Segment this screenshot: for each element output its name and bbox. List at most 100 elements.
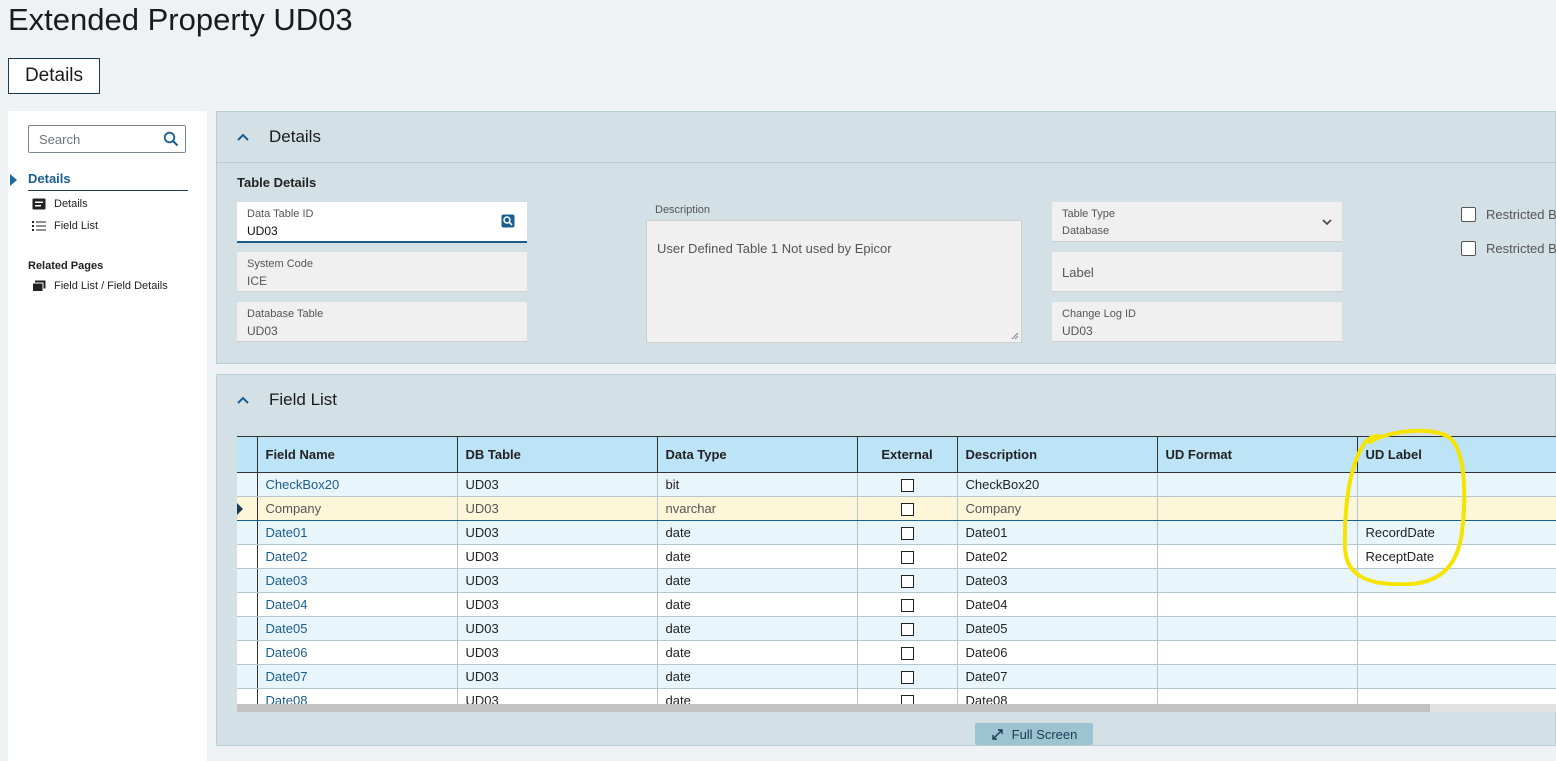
ud-format-cell — [1157, 520, 1358, 545]
search-icon[interactable] — [163, 131, 179, 147]
db-table-cell: UD03 — [457, 472, 658, 497]
column-header[interactable]: Field Name — [257, 436, 458, 473]
system-code-field[interactable]: System Code ICE — [237, 252, 527, 292]
field-name-cell[interactable]: CheckBox20 — [257, 472, 458, 497]
field-name-cell[interactable]: Date05 — [257, 616, 458, 641]
details-panel-header[interactable]: Details — [217, 112, 1555, 163]
ud-label-cell — [1357, 640, 1556, 665]
external-checkbox[interactable] — [900, 527, 914, 541]
description-cell: Date02 — [957, 544, 1158, 569]
external-checkbox[interactable] — [900, 479, 914, 493]
column-header[interactable]: UD Format — [1157, 436, 1358, 473]
chevron-down-icon[interactable] — [1322, 219, 1332, 226]
external-checkbox[interactable] — [900, 671, 914, 685]
sidebar-item-details[interactable]: Details — [32, 198, 88, 210]
nav-details-heading[interactable]: Details — [28, 171, 188, 191]
restricted-checkbox-2[interactable]: Restricted B — [1461, 241, 1556, 256]
horizontal-scrollbar[interactable] — [237, 704, 1556, 712]
checkbox-box[interactable] — [1461, 207, 1476, 222]
field-value: UD03 — [247, 224, 278, 238]
sidebar: Details Details Field List Related Pages… — [8, 111, 207, 761]
full-screen-label: Full Screen — [1011, 726, 1078, 742]
field-name-cell[interactable]: Date01 — [257, 520, 458, 545]
data-type-cell: date — [657, 616, 858, 641]
column-header[interactable]: External — [857, 436, 958, 473]
ud-format-cell — [1157, 496, 1358, 521]
tab-details[interactable]: Details — [8, 58, 100, 94]
table-row[interactable]: Date04 UD03 date Date04 — [237, 592, 1556, 617]
data-type-cell: bit — [657, 472, 858, 497]
field-name-cell[interactable]: Company — [257, 496, 458, 521]
row-header[interactable] — [237, 640, 258, 665]
field-name-cell[interactable]: Date02 — [257, 544, 458, 569]
data-type-cell: date — [657, 640, 858, 665]
row-header[interactable] — [237, 472, 258, 497]
chevron-up-icon[interactable] — [237, 133, 249, 141]
external-checkbox[interactable] — [900, 599, 914, 613]
resize-handle-icon[interactable] — [1011, 332, 1019, 340]
scrollbar-thumb[interactable] — [237, 704, 1430, 712]
panel-title: Field List — [269, 390, 338, 409]
row-header[interactable] — [237, 592, 258, 617]
table-row[interactable]: Date07 UD03 date Date07 — [237, 664, 1556, 689]
data-table-id-field[interactable]: Data Table ID UD03 — [237, 202, 527, 243]
ud-format-cell — [1157, 640, 1358, 665]
table-row[interactable]: Date05 UD03 date Date05 — [237, 616, 1556, 641]
nav-active-marker-icon — [10, 174, 17, 186]
column-header[interactable]: DB Table — [457, 436, 658, 473]
row-header[interactable] — [237, 568, 258, 593]
data-type-cell: nvarchar — [657, 496, 858, 521]
ud-format-cell — [1157, 568, 1358, 593]
external-checkbox[interactable] — [900, 503, 914, 517]
lookup-search-icon[interactable] — [501, 214, 515, 228]
field-name-cell[interactable]: Date03 — [257, 568, 458, 593]
restricted-checkbox-1[interactable]: Restricted B — [1461, 207, 1556, 222]
row-header[interactable] — [237, 616, 258, 641]
related-item-field-details[interactable]: Field List / Field Details — [32, 280, 168, 292]
field-name-cell[interactable]: Date07 — [257, 664, 458, 689]
sidebar-item-field-list[interactable]: Field List — [32, 220, 98, 232]
field-name-cell[interactable]: Date04 — [257, 592, 458, 617]
description-cell: Company — [957, 496, 1158, 521]
field-label: Table Type — [1062, 208, 1116, 220]
description-textarea[interactable]: User Defined Table 1 Not used by Epicor — [646, 220, 1022, 343]
checkbox-label: Restricted B — [1486, 207, 1556, 222]
ud-format-cell — [1157, 472, 1358, 497]
field-value: UD03 — [247, 324, 278, 338]
external-checkbox[interactable] — [900, 575, 914, 589]
external-checkbox[interactable] — [900, 647, 914, 661]
chevron-up-icon[interactable] — [237, 396, 249, 404]
column-header[interactable]: Data Type — [657, 436, 858, 473]
search-box[interactable] — [28, 125, 186, 153]
checkbox-box[interactable] — [1461, 241, 1476, 256]
row-header[interactable] — [237, 496, 258, 521]
external-checkbox[interactable] — [900, 551, 914, 565]
external-cell — [857, 544, 958, 569]
ud-label-cell — [1357, 616, 1556, 641]
related-pages-heading: Related Pages — [28, 260, 104, 272]
table-row[interactable]: Date06 UD03 date Date06 — [237, 640, 1556, 665]
list-icon — [32, 221, 46, 231]
external-cell — [857, 568, 958, 593]
field-name-cell[interactable]: Date06 — [257, 640, 458, 665]
external-cell — [857, 496, 958, 521]
external-cell — [857, 664, 958, 689]
db-table-cell: UD03 — [457, 496, 658, 521]
sidebar-item-label: Field List — [54, 220, 99, 232]
ud-label-cell — [1357, 664, 1556, 689]
database-table-field[interactable]: Database Table UD03 — [237, 302, 527, 342]
column-header[interactable]: Description — [957, 436, 1158, 473]
table-type-select[interactable]: Table Type Database — [1052, 202, 1342, 242]
data-type-cell: date — [657, 568, 858, 593]
description-label: Description — [655, 204, 711, 216]
external-checkbox[interactable] — [900, 623, 914, 637]
field-list-panel-header[interactable]: Field List — [217, 375, 1555, 425]
change-log-id-field[interactable]: Change Log ID UD03 — [1052, 302, 1342, 342]
row-header[interactable] — [237, 520, 258, 545]
label-field[interactable]: Label — [1052, 252, 1342, 292]
full-screen-button[interactable]: Full Screen — [975, 723, 1093, 745]
row-header[interactable] — [237, 544, 258, 569]
row-header[interactable] — [237, 664, 258, 689]
sidebar-item-label: Details — [54, 198, 88, 210]
search-input[interactable] — [39, 132, 159, 147]
